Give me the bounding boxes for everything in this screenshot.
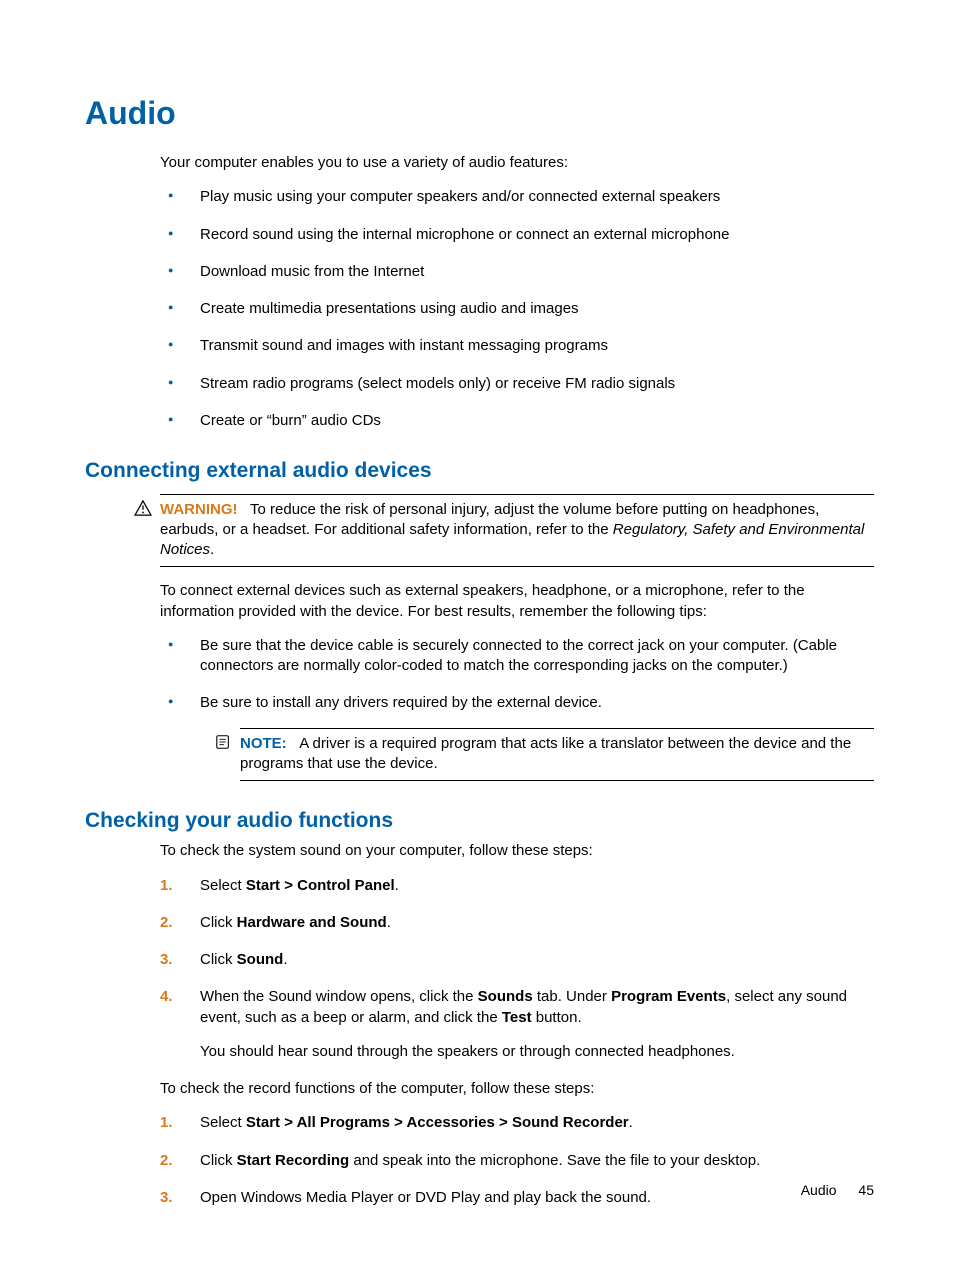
tip-text: Be sure to install any drivers required … — [200, 694, 602, 711]
step-item: 1.Select Start > Control Panel. — [160, 876, 874, 896]
record-intro: To check the record functions of the com… — [160, 1079, 874, 1099]
page-footer: Audio 45 — [801, 1181, 874, 1200]
list-item: Create multimedia presentations using au… — [160, 299, 874, 319]
list-item: Transmit sound and images with instant m… — [160, 336, 874, 356]
warning-label: WARNING! — [160, 501, 238, 518]
footer-section: Audio — [801, 1182, 837, 1198]
step-item: 4.When the Sound window opens, click the… — [160, 987, 874, 1062]
note-label: NOTE: — [240, 735, 287, 752]
list-item: Play music using your computer speakers … — [160, 187, 874, 207]
warning-callout: WARNING! To reduce the risk of personal … — [160, 494, 874, 568]
step-item: 1.Select Start > All Programs > Accessor… — [160, 1113, 874, 1133]
list-item: Create or “burn” audio CDs — [160, 411, 874, 431]
step-item: 3.Open Windows Media Player or DVD Play … — [160, 1188, 874, 1208]
tips-list: Be sure that the device cable is securel… — [160, 636, 874, 781]
step-subtext: You should hear sound through the speake… — [200, 1042, 874, 1062]
note-callout: NOTE: A driver is a required program tha… — [240, 728, 874, 782]
check-intro: To check the system sound on your comput… — [160, 841, 874, 861]
step-item: 2.Click Hardware and Sound. — [160, 913, 874, 933]
heading-audio: Audio — [85, 92, 874, 135]
page-number: 45 — [858, 1182, 874, 1198]
list-item: Record sound using the internal micropho… — [160, 225, 874, 245]
step-item: 2.Click Start Recording and speak into t… — [160, 1151, 874, 1171]
sound-steps: 1.Select Start > Control Panel. 2.Click … — [160, 876, 874, 1063]
record-steps: 1.Select Start > All Programs > Accessor… — [160, 1113, 874, 1208]
intro-paragraph: Your computer enables you to use a varie… — [160, 153, 874, 173]
heading-checking: Checking your audio functions — [85, 807, 874, 835]
feature-list: Play music using your computer speakers … — [160, 187, 874, 431]
note-text: A driver is a required program that acts… — [240, 735, 851, 772]
list-item: Be sure that the device cable is securel… — [160, 636, 874, 677]
warning-text-end: . — [210, 541, 214, 558]
step-item: 3.Click Sound. — [160, 950, 874, 970]
warning-icon — [134, 500, 152, 516]
heading-connecting: Connecting external audio devices — [85, 457, 874, 485]
list-item: Download music from the Internet — [160, 262, 874, 282]
note-icon — [214, 734, 232, 750]
list-item: Be sure to install any drivers required … — [160, 693, 874, 781]
list-item: Stream radio programs (select models onl… — [160, 374, 874, 394]
connect-paragraph: To connect external devices such as exte… — [160, 581, 874, 622]
